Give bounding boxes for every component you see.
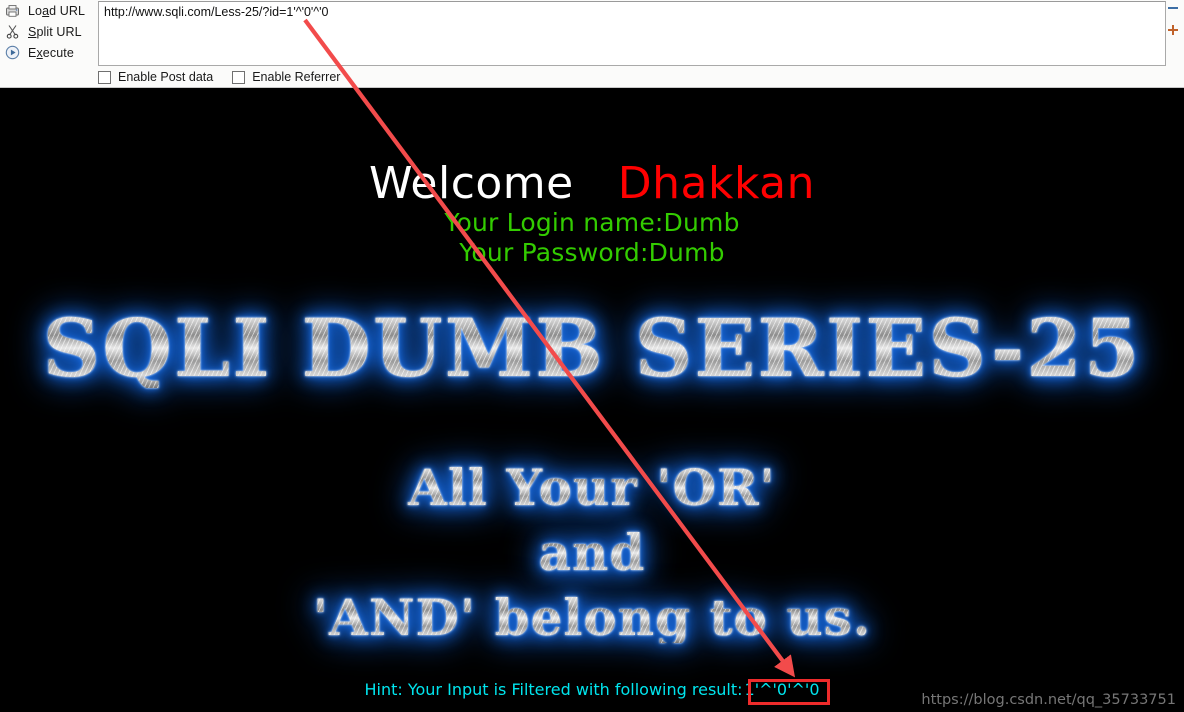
url-input[interactable]: http://www.sqli.com/Less-25/?id=1'^'0'^'… <box>98 1 1166 66</box>
plus-button[interactable] <box>1166 23 1180 37</box>
execute-label: Execute <box>28 45 74 60</box>
plus-icon-vertical <box>1172 25 1174 35</box>
welcome-heading: Welcome Dhakkan <box>0 158 1184 209</box>
hackbar-toolbar: Load URL Split URL Execute http://www.sq… <box>0 0 1184 88</box>
rendered-webpage: Welcome Dhakkan Your Login name:Dumb Your… <box>0 88 1184 712</box>
scissors-icon <box>3 23 21 41</box>
checkbox-box <box>232 70 246 84</box>
page-title: SQLI DUMB SERIES-25 <box>0 308 1184 388</box>
hint-filtered-result: 1'^'0'^'0 <box>744 680 820 699</box>
panel-size-controls <box>1166 2 1182 42</box>
watermark-text: https://blog.csdn.net/qq_35733751 <box>921 692 1176 708</box>
split-url-button[interactable]: Split URL <box>0 21 96 42</box>
tagline-line-1: All Your 'OR' <box>0 463 1184 513</box>
enable-post-data-checkbox[interactable]: Enable Post data <box>98 70 213 84</box>
welcome-text: Welcome <box>368 158 574 209</box>
enable-post-data-label: Enable Post data <box>118 70 214 84</box>
login-name-line: Your Login name:Dumb <box>444 208 740 237</box>
screenshot-root: Load URL Split URL Execute http://www.sq… <box>0 0 1184 712</box>
checkbox-box <box>98 70 111 84</box>
load-url-label: Load URL <box>28 3 86 18</box>
split-url-label: Split URL <box>28 24 82 39</box>
minus-icon <box>1168 7 1178 9</box>
toolbar-checkbox-row: Enable Post data Enable Referrer <box>98 70 340 84</box>
welcome-username: Dhakkan <box>617 158 816 209</box>
enable-referrer-label: Enable Referrer <box>252 70 341 84</box>
tagline-line-3: 'AND' belong to us. <box>0 593 1184 643</box>
toolbar-action-list: Load URL Split URL Execute <box>0 0 96 66</box>
load-url-button[interactable]: Load URL <box>0 0 96 21</box>
hint-label: Hint: Your Input is Filtered with follow… <box>364 680 743 699</box>
play-icon <box>3 44 21 62</box>
password-line: Your Password:Dumb <box>459 238 725 267</box>
minus-button[interactable] <box>1166 2 1180 16</box>
enable-referrer-checkbox[interactable]: Enable Referrer <box>232 70 340 84</box>
load-url-icon <box>3 2 21 20</box>
execute-button[interactable]: Execute <box>0 42 96 63</box>
tagline-line-2: and <box>0 528 1184 578</box>
